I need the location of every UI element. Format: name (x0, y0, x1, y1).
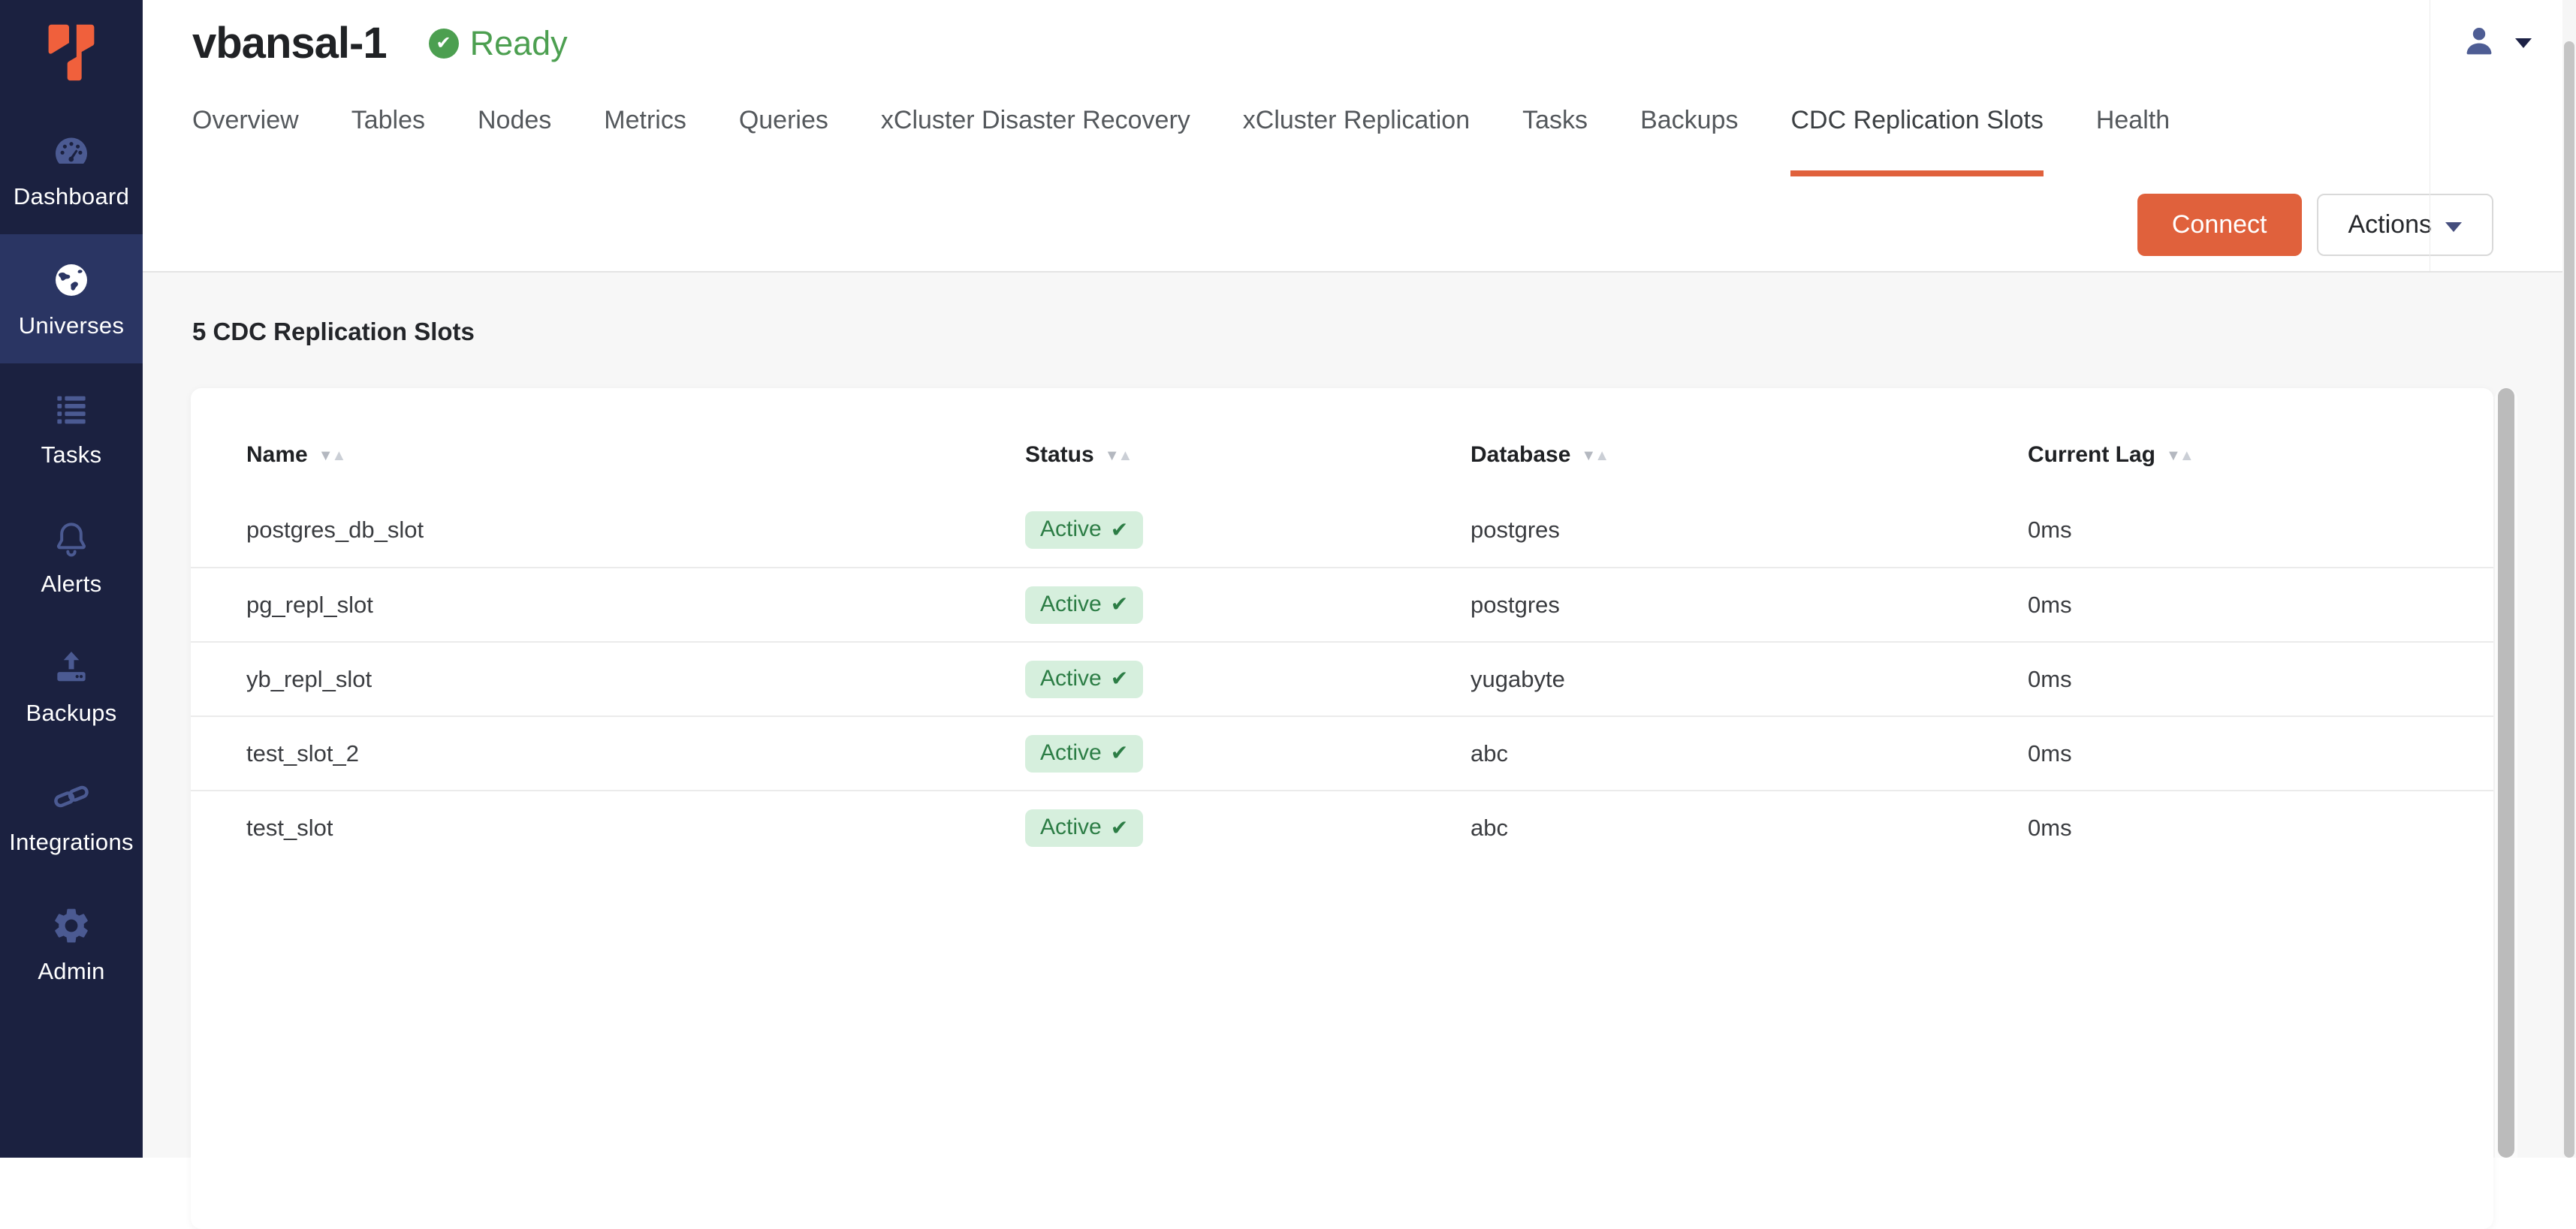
universe-tabs: Overview Tables Nodes Metrics Queries xC… (143, 106, 2562, 144)
slots-table: Name▼▲ Status▼▲ Database▼▲ Current Lag▼▲… (191, 408, 2493, 865)
sidebar-item-label: Admin (38, 958, 104, 985)
check-icon: ✔ (1111, 666, 1128, 691)
page-scrollbar[interactable] (2562, 0, 2576, 1158)
tab-xcluster-replication[interactable]: xCluster Replication (1243, 106, 1470, 144)
page-scrollbar-thumb[interactable] (2564, 41, 2574, 1158)
tab-queries[interactable]: Queries (739, 106, 828, 144)
column-header-database[interactable]: Database▼▲ (1470, 408, 2028, 493)
table-row[interactable]: test_slot_2 Active✔ abc 0ms (191, 716, 2493, 791)
dashboard-icon (50, 129, 92, 173)
sidebar-item-label: Backups (26, 700, 117, 727)
panel-scrollbar[interactable] (2495, 388, 2517, 1158)
slot-name: yb_repl_slot (191, 642, 1025, 716)
section-title: 5 CDC Replication Slots (143, 273, 2562, 346)
sidebar-item-universes[interactable]: Universes (0, 234, 143, 363)
column-header-status[interactable]: Status▼▲ (1025, 408, 1470, 493)
panel-scrollbar-thumb[interactable] (2498, 388, 2514, 1158)
sidebar-item-label: Alerts (41, 571, 101, 598)
sidebar-item-label: Integrations (9, 829, 134, 856)
caret-down-icon (2515, 38, 2532, 48)
universe-status-badge: ✔ Ready (429, 24, 568, 63)
universes-icon (50, 258, 92, 302)
sidebar-item-label: Dashboard (14, 183, 129, 210)
user-menu[interactable] (2430, 0, 2562, 271)
tab-nodes[interactable]: Nodes (478, 106, 551, 144)
slot-current-lag: 0ms (2028, 493, 2493, 568)
tab-tasks[interactable]: Tasks (1522, 106, 1588, 144)
slot-current-lag: 0ms (2028, 716, 2493, 791)
check-circle-icon: ✔ (429, 29, 459, 59)
slot-current-lag: 0ms (2028, 642, 2493, 716)
alerts-icon (50, 517, 92, 560)
tasks-icon (50, 387, 92, 431)
connect-button[interactable]: Connect (2137, 194, 2302, 256)
tab-cdc-replication-slots[interactable]: CDC Replication Slots (1790, 106, 2043, 144)
integrations-icon (50, 775, 92, 818)
sort-icon[interactable]: ▼▲ (1581, 447, 1608, 464)
universe-status-label: Ready (470, 24, 568, 63)
status-badge: Active✔ (1025, 735, 1143, 773)
cdc-replication-slots-panel: 5 CDC Replication Slots Name▼▲ Status▼▲ … (143, 273, 2562, 1158)
slot-database: abc (1470, 716, 2028, 791)
yugabyte-y-icon (43, 22, 100, 83)
check-icon: ✔ (1111, 740, 1128, 765)
tab-health[interactable]: Health (2096, 106, 2170, 144)
admin-gear-icon (50, 904, 92, 947)
table-row[interactable]: test_slot Active✔ abc 0ms (191, 791, 2493, 865)
slot-name: postgres_db_slot (191, 493, 1025, 568)
slot-name: test_slot (191, 791, 1025, 865)
sidebar-item-label: Tasks (41, 441, 102, 468)
check-icon: ✔ (1111, 517, 1128, 542)
sidebar-item-alerts[interactable]: Alerts (0, 493, 143, 622)
column-header-name[interactable]: Name▼▲ (191, 408, 1025, 493)
table-row[interactable]: pg_repl_slot Active✔ postgres 0ms (191, 568, 2493, 642)
sidebar-item-label: Universes (19, 312, 125, 339)
backups-icon (50, 646, 92, 689)
slot-database: yugabyte (1470, 642, 2028, 716)
table-header-row: Name▼▲ Status▼▲ Database▼▲ Current Lag▼▲ (191, 408, 2493, 493)
sidebar: Dashboard Universes Tasks (0, 0, 143, 1158)
slot-name: pg_repl_slot (191, 568, 1025, 642)
title-row: vbansal-1 ✔ Ready (143, 0, 2562, 68)
tab-metrics[interactable]: Metrics (604, 106, 686, 144)
tab-overview[interactable]: Overview (192, 106, 299, 144)
tab-backups[interactable]: Backups (1640, 106, 1738, 144)
table-row[interactable]: yb_repl_slot Active✔ yugabyte 0ms (191, 642, 2493, 716)
slot-current-lag: 0ms (2028, 568, 2493, 642)
sidebar-item-dashboard[interactable]: Dashboard (0, 105, 143, 234)
sidebar-item-backups[interactable]: Backups (0, 622, 143, 751)
user-avatar-icon (2461, 23, 2497, 59)
slot-database: postgres (1470, 568, 2028, 642)
slot-name: test_slot_2 (191, 716, 1025, 791)
tab-xcluster-disaster-recovery[interactable]: xCluster Disaster Recovery (881, 106, 1190, 144)
sort-icon[interactable]: ▼▲ (1105, 447, 1132, 464)
status-badge: Active✔ (1025, 586, 1143, 624)
sort-icon[interactable]: ▼▲ (318, 447, 345, 464)
status-badge: Active✔ (1025, 809, 1143, 847)
sort-icon[interactable]: ▼▲ (2166, 447, 2193, 464)
status-badge: Active✔ (1025, 661, 1143, 698)
column-header-current-lag[interactable]: Current Lag▼▲ (2028, 408, 2493, 493)
sidebar-item-integrations[interactable]: Integrations (0, 751, 143, 880)
sidebar-item-tasks[interactable]: Tasks (0, 363, 143, 493)
actions-button-label: Actions (2348, 210, 2433, 239)
universe-header: vbansal-1 ✔ Ready Overview Tables Nodes … (143, 0, 2562, 273)
tab-tables[interactable]: Tables (351, 106, 425, 144)
sidebar-item-admin[interactable]: Admin (0, 880, 143, 1009)
table-row[interactable]: postgres_db_slot Active✔ postgres 0ms (191, 493, 2493, 568)
slots-table-card: Name▼▲ Status▼▲ Database▼▲ Current Lag▼▲… (191, 388, 2493, 1229)
status-badge: Active✔ (1025, 511, 1143, 549)
yugabyte-logo[interactable] (0, 0, 143, 105)
check-icon: ✔ (1111, 815, 1128, 840)
slot-current-lag: 0ms (2028, 791, 2493, 865)
page-title: vbansal-1 (192, 18, 387, 68)
check-icon: ✔ (1111, 592, 1128, 616)
slot-database: abc (1470, 791, 2028, 865)
slot-database: postgres (1470, 493, 2028, 568)
